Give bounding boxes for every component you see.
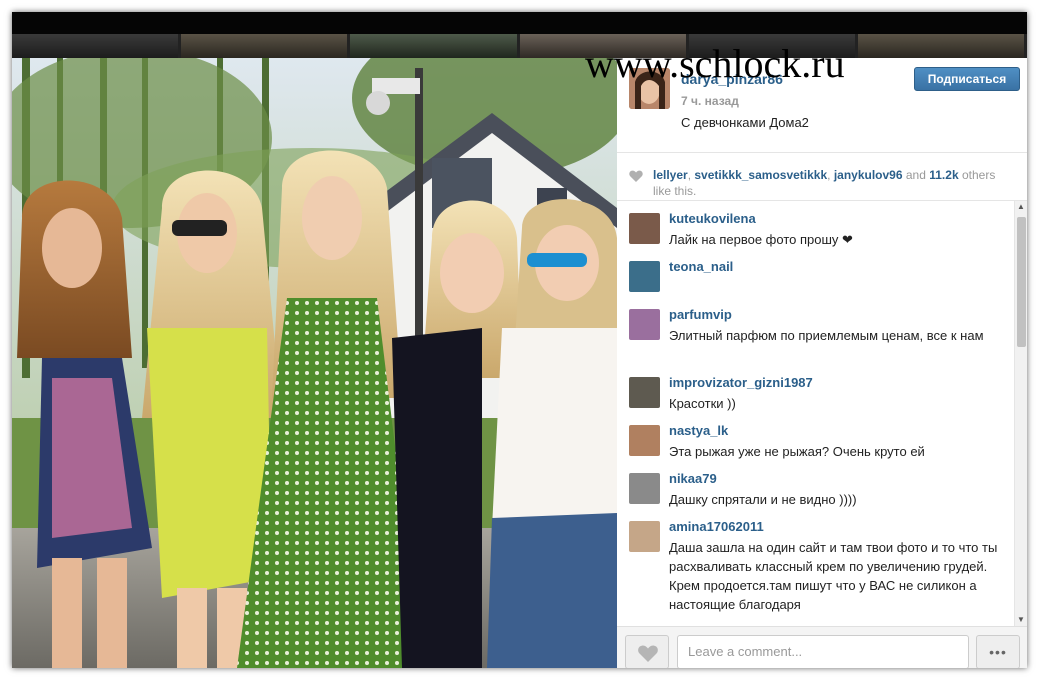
comment-text: Даша зашла на один сайт и там твои фото … [669, 540, 998, 612]
comments-scrollbar[interactable]: ▲ ▼ [1014, 201, 1027, 626]
comment-item: kuteukovilena Лайк на первое фото прошу … [629, 211, 1009, 255]
avatar[interactable] [629, 425, 660, 456]
comment-username[interactable]: improvizator_gizni1987 [669, 375, 813, 390]
comment-text: Элитный парфюм по приемлемым ценам, все … [669, 328, 984, 343]
like-user-link[interactable]: janykulov96 [834, 168, 903, 182]
post-caption: С девчонками Дома2 [681, 115, 809, 130]
like-button[interactable] [625, 635, 669, 668]
thumbnail[interactable] [181, 34, 348, 58]
like-user-link[interactable]: svetikkk_samosvetikkk [694, 168, 827, 182]
comment-text: Лайк на первое фото прошу ❤ [669, 232, 853, 247]
comment-footer: Leave a comment... ••• [617, 626, 1027, 668]
comment-username[interactable]: parfumvip [669, 307, 732, 322]
likes-text: lellyer, svetikkk_samosvetikkk, janykulo… [653, 168, 996, 198]
likes-summary: lellyer, svetikkk_samosvetikkk, janykulo… [617, 153, 1027, 201]
thumbnail[interactable] [857, 34, 1025, 58]
comment-item: parfumvip Элитный парфюм по приемлемым ц… [629, 307, 1009, 371]
top-bar [12, 12, 1027, 34]
comment-text: Дашку спрятали и не видно )))) [669, 492, 857, 507]
avatar[interactable] [629, 213, 660, 244]
comment-username[interactable]: amina17062011 [669, 519, 764, 534]
heart-icon [629, 170, 643, 182]
more-options-button[interactable]: ••• [976, 635, 1020, 668]
comment-text: Эта рыжая уже не рыжая? Очень круто ей [669, 444, 925, 459]
scroll-down-arrow-icon[interactable]: ▼ [1015, 614, 1027, 626]
heart-icon [638, 645, 658, 662]
comment-item: nikaa79 Дашку спрятали и не видно )))) [629, 471, 1009, 515]
comment-username[interactable]: nastya_lk [669, 423, 728, 438]
thumbnail[interactable] [350, 34, 517, 58]
post-sidebar: darya_pinzar86 7 ч. назад С девчонками Д… [617, 58, 1027, 668]
scroll-up-arrow-icon[interactable]: ▲ [1015, 201, 1027, 213]
comment-item: improvizator_gizni1987 Красотки )) [629, 375, 1009, 419]
comment-username[interactable]: kuteukovilena [669, 211, 756, 226]
post-photo[interactable] [12, 58, 617, 668]
avatar[interactable] [629, 377, 660, 408]
likes-count[interactable]: 11.2k [929, 168, 958, 182]
comment-item: amina17062011 Даша зашла на один сайт и … [629, 519, 1009, 626]
comment-item: teona_nail [629, 259, 1009, 303]
comment-text: Красотки )) [669, 396, 736, 411]
watermark: www.schlock.ru [585, 41, 845, 86]
like-user-link[interactable]: lellyer [653, 168, 688, 182]
comment-username[interactable]: teona_nail [669, 259, 733, 274]
thumbnail[interactable] [12, 34, 179, 58]
viewer-window: darya_pinzar86 7 ч. назад С девчонками Д… [0, 0, 1047, 688]
more-options-icon: ••• [989, 644, 1007, 660]
comment-username[interactable]: nikaa79 [669, 471, 717, 486]
comment-item: nastya_lk Эта рыжая уже не рыжая? Очень … [629, 423, 1009, 467]
post-timestamp: 7 ч. назад [681, 94, 739, 108]
scrollbar-thumb[interactable] [1017, 217, 1026, 347]
comment-input[interactable]: Leave a comment... [677, 635, 969, 668]
thumbnail-strip [12, 34, 1027, 58]
avatar[interactable] [629, 309, 660, 340]
avatar[interactable] [629, 521, 660, 552]
follow-button[interactable]: Подписаться [914, 67, 1020, 91]
avatar[interactable] [629, 473, 660, 504]
likes-and: and [905, 168, 926, 182]
photo-illustration [12, 58, 617, 668]
comments-list: kuteukovilena Лайк на первое фото прошу … [617, 201, 1027, 626]
post-modal: darya_pinzar86 7 ч. назад С девчонками Д… [12, 12, 1027, 668]
avatar[interactable] [629, 261, 660, 292]
